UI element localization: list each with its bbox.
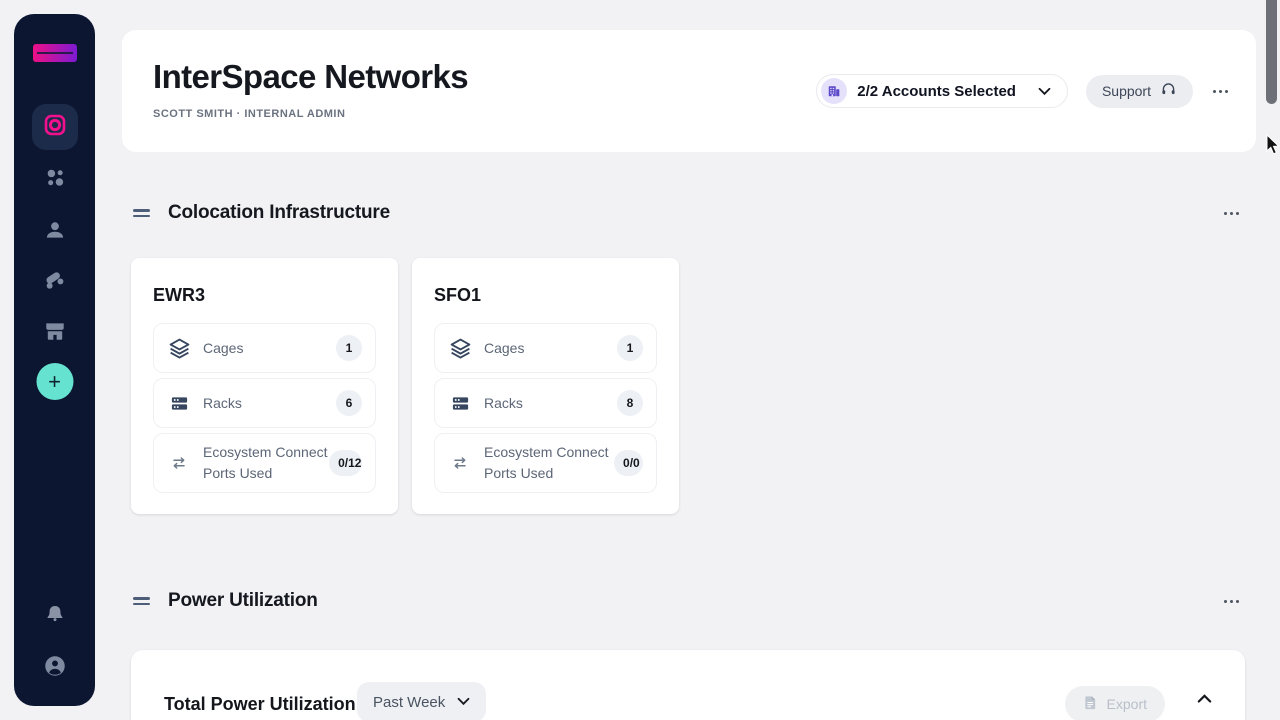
person-icon [42, 217, 68, 248]
integrations-icon [42, 268, 67, 298]
power-utilization-card: Total Power Utilization Past Week Export [131, 650, 1245, 720]
app-window: + InterSpace Networks SCOTT SMITH · INTE… [0, 0, 1280, 720]
sidebar-item-account[interactable] [42, 653, 68, 684]
power-card-title: Total Power Utilization [164, 694, 356, 714]
metric-label: Racks [203, 394, 242, 411]
metric-row-racks[interactable]: Racks 6 [153, 378, 376, 428]
metric-row-racks[interactable]: Racks 8 [434, 378, 657, 428]
accounts-selector[interactable]: 2/2 Accounts Selected [816, 74, 1068, 108]
metric-value-badge: 0/12 [329, 450, 362, 476]
metric-label: Racks [484, 394, 523, 411]
metric-value-badge: 8 [617, 390, 643, 416]
chevron-down-icon [1038, 87, 1051, 96]
sidebar: + [14, 14, 95, 706]
export-button-label: Export [1106, 696, 1147, 712]
site-name: SFO1 [434, 285, 482, 305]
section-more-menu[interactable] [1222, 596, 1241, 607]
bell-icon [43, 602, 67, 631]
section-header-power: Power Utilization [133, 590, 1241, 612]
headset-icon [1160, 81, 1177, 101]
brand-logo [32, 44, 77, 62]
mouse-cursor [1266, 133, 1280, 161]
sidebar-item-dashboard[interactable] [31, 104, 78, 150]
transfer-icon [448, 455, 472, 471]
time-range-label: Past Week [373, 693, 446, 711]
header-more-menu[interactable] [1211, 86, 1230, 97]
section-title: Power Utilization [168, 590, 318, 611]
chevron-up-icon[interactable] [1197, 694, 1212, 704]
storefront-icon [43, 319, 67, 348]
section-header-colocation: Colocation Infrastructure [133, 202, 1241, 224]
metric-label: Cages [484, 339, 525, 356]
layers-icon [448, 337, 472, 360]
document-icon [1083, 695, 1098, 713]
page-subtitle: SCOTT SMITH · INTERNAL ADMIN [153, 108, 346, 120]
chevron-down-icon [457, 693, 470, 711]
metric-label: Cages [203, 339, 244, 356]
building-icon [821, 78, 848, 104]
sidebar-item-marketplace[interactable] [43, 319, 67, 348]
plus-icon: + [48, 368, 61, 394]
support-button[interactable]: Support [1085, 74, 1193, 108]
aperture-icon [44, 114, 66, 141]
metric-value-badge: 1 [617, 335, 643, 361]
metric-row-cages[interactable]: Cages 1 [434, 323, 657, 373]
export-button[interactable]: Export [1064, 686, 1165, 720]
section-more-menu[interactable] [1222, 208, 1241, 219]
time-range-selector[interactable]: Past Week [357, 682, 487, 720]
site-name: EWR3 [153, 285, 206, 305]
page-header: InterSpace Networks SCOTT SMITH · INTERN… [122, 30, 1256, 152]
drag-handle-icon[interactable] [133, 597, 150, 605]
rack-icon [448, 394, 472, 413]
section-title: Colocation Infrastructure [168, 202, 390, 223]
site-card-sfo1: SFO1 Cages 1 Racks 8 Ecosystem Connect P… [412, 258, 679, 514]
metric-label: Ecosystem Connect Ports Used [203, 444, 328, 481]
accounts-selector-label: 2/2 Accounts Selected [857, 82, 1016, 100]
layers-icon [167, 337, 191, 360]
account-icon [42, 653, 68, 684]
page-title: InterSpace Networks [153, 58, 469, 95]
metric-value-badge: 6 [336, 390, 362, 416]
metric-value-badge: 0/0 [614, 450, 643, 476]
rack-icon [167, 394, 191, 413]
site-card-ewr3: EWR3 Cages 1 Racks 6 Ecosystem Connect P… [131, 258, 398, 514]
group-dots-icon [43, 166, 67, 195]
metric-value-badge: 1 [336, 335, 362, 361]
support-button-label: Support [1101, 83, 1151, 99]
header-actions: 2/2 Accounts Selected Support [816, 74, 1230, 108]
drag-handle-icon[interactable] [133, 209, 150, 217]
add-button[interactable]: + [36, 363, 73, 400]
vertical-scrollbar-thumb[interactable] [1266, 0, 1277, 104]
metric-label: Ecosystem Connect Ports Used [484, 444, 609, 481]
sidebar-item-notifications[interactable] [43, 602, 67, 631]
metric-row-ports[interactable]: Ecosystem Connect Ports Used 0/0 [434, 433, 657, 493]
sidebar-item-users[interactable] [42, 217, 68, 248]
metric-row-ports[interactable]: Ecosystem Connect Ports Used 0/12 [153, 433, 376, 493]
transfer-icon [167, 455, 191, 471]
metric-row-cages[interactable]: Cages 1 [153, 323, 376, 373]
sidebar-item-integrations[interactable] [42, 268, 67, 298]
sidebar-item-groups[interactable] [43, 166, 67, 195]
